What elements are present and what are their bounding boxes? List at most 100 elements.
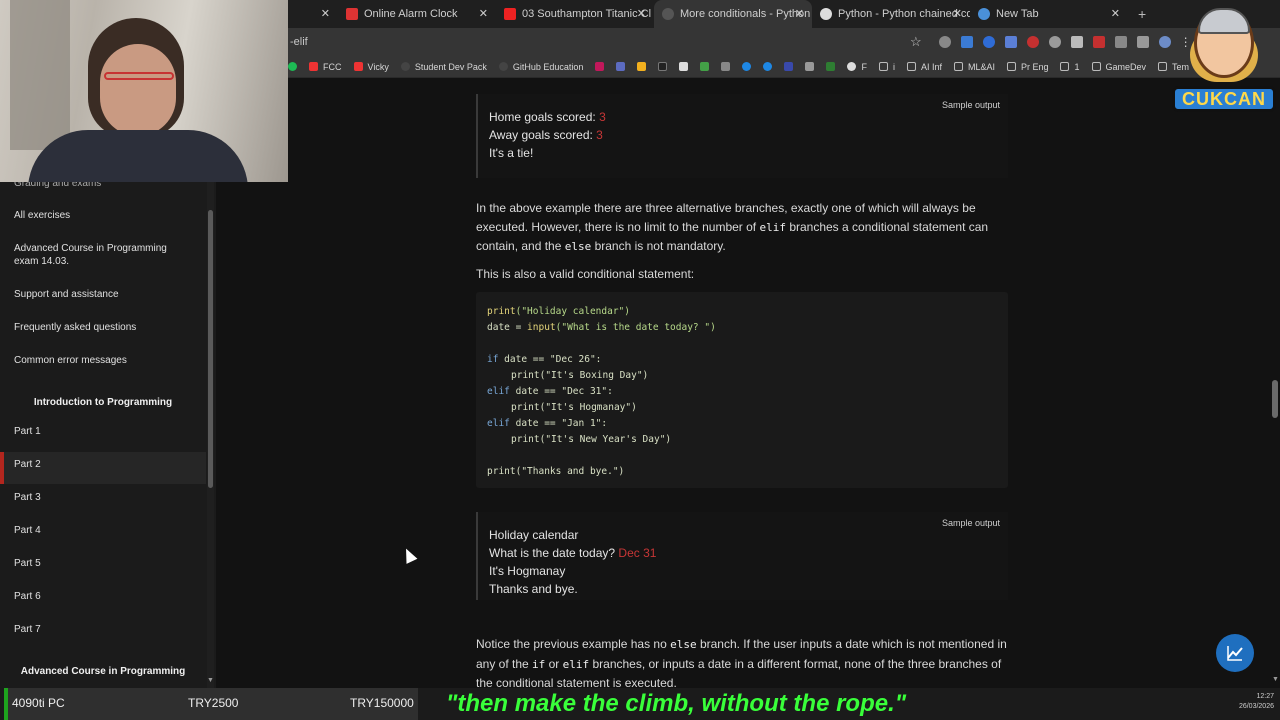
goal-target: TRY150000 [350, 696, 414, 710]
bookmark-icon [637, 62, 647, 71]
tab-close-icon[interactable]: ✕ [637, 7, 646, 20]
webcam-overlay [0, 0, 288, 182]
sidebar-item-part-7[interactable]: Part 7 [14, 623, 41, 636]
bookmark-icon-only[interactable] [784, 62, 794, 71]
sidebar-item-grading[interactable]: Grading and exams [14, 182, 101, 190]
sidebar-item-part-6[interactable]: Part 6 [14, 590, 41, 603]
bookmark-icon [847, 62, 857, 71]
bookmark-vicky[interactable]: Vicky [353, 62, 389, 72]
bookmark-folder-pr-eng[interactable]: Pr Eng [1006, 62, 1048, 72]
translate-extension-icon[interactable] [1004, 36, 1017, 48]
tab-python-chained[interactable]: Python - Python chained comp ✕ [812, 0, 970, 28]
sidebar-item-part-1[interactable]: Part 1 [14, 425, 41, 438]
inline-code: if [532, 657, 546, 671]
sidebar-item-part-5[interactable]: Part 5 [14, 557, 41, 570]
main-content: Sample output Home goals scored: 3 Away … [216, 78, 1280, 688]
code-block[interactable]: print("Holiday calendar") date = input("… [476, 292, 1008, 488]
tab-partial[interactable]: ✕ [288, 0, 338, 28]
tab-close-icon[interactable]: ✕ [479, 7, 488, 20]
bookmark-icon-only[interactable] [595, 62, 605, 71]
tab-close-icon[interactable]: ✕ [953, 7, 962, 20]
sidebar-scrollbar-thumb[interactable] [208, 210, 213, 488]
output-line: What is the date today? Dec 31 [489, 546, 656, 560]
bookmark-folder-i[interactable]: i [878, 62, 895, 72]
bookmark-label: AI Inf [920, 61, 942, 72]
paragraph-no-else: Notice the previous example has no else … [476, 635, 1008, 688]
bookmark-icon-only[interactable] [658, 62, 668, 71]
sidebar-item-part-3[interactable]: Part 3 [14, 491, 41, 504]
bookmark-icon-only[interactable] [805, 62, 815, 71]
sidebar-item-part-4[interactable]: Part 4 [14, 524, 41, 537]
tab-new-tab[interactable]: New Tab ✕ [970, 0, 1128, 28]
url-input[interactable]: -elif [290, 36, 910, 48]
extension-icon[interactable] [1114, 36, 1127, 48]
bookmark-icon-only[interactable] [721, 62, 731, 71]
webcam-person-glasses [104, 72, 174, 80]
shield-extension-icon[interactable] [1070, 36, 1083, 48]
x-twitter-icon [679, 62, 689, 71]
bookmark-label: GitHub Education [512, 61, 584, 72]
logo-wordmark: CUKCAN [1172, 86, 1276, 112]
extension-icon[interactable] [1092, 36, 1105, 48]
extension-icon[interactable] [960, 36, 973, 48]
paragraph-valid-statement: This is also a valid conditional stateme… [476, 267, 695, 281]
code-line: print("It's Hogmanay") [511, 402, 637, 413]
extension-icon[interactable] [1048, 36, 1061, 48]
code-token: date = [487, 322, 528, 333]
tab-online-alarm-clock[interactable]: Online Alarm Clock ✕ [338, 0, 496, 28]
folder-icon [906, 62, 916, 71]
tab-close-icon[interactable]: ✕ [795, 7, 804, 20]
bookmark-icon-only[interactable] [637, 62, 647, 71]
cukcan-logo: CUKCAN [1168, 0, 1280, 114]
bookmark-fcc[interactable]: FCC [309, 62, 342, 72]
main-scrollbar-thumb[interactable] [1272, 380, 1278, 418]
bookmark-icon-only[interactable] [763, 62, 773, 71]
bookmark-student-dev-pack[interactable]: Student Dev Pack [400, 62, 487, 72]
sidebar-item-all-exercises[interactable]: All exercises [14, 209, 70, 222]
bookmark-icon-only[interactable] [679, 62, 689, 71]
bookmark-icon-only[interactable] [700, 62, 710, 71]
bookmark-icon-only[interactable] [742, 62, 752, 71]
tab-southampton-titanic[interactable]: 03 Southampton Titanic Cl ✕ [496, 0, 654, 28]
sidebar-scroll-down-icon[interactable]: ▼ [207, 677, 214, 684]
tab-close-icon[interactable]: ✕ [321, 7, 330, 20]
bookmark-icon [658, 62, 668, 71]
extension-icon[interactable] [938, 36, 951, 48]
bookmark-f[interactable]: F [847, 62, 867, 72]
sidebar-item-support[interactable]: Support and assistance [14, 288, 119, 301]
progress-chart-button[interactable] [1216, 634, 1254, 672]
code-token: elif [487, 418, 510, 429]
chart-line-icon [1227, 646, 1243, 661]
bookmark-label: ML&AI [967, 61, 995, 72]
bookmark-icon-only[interactable] [616, 62, 626, 71]
sidebar-item-faq[interactable]: Frequently asked questions [14, 321, 136, 334]
bookmark-spotify[interactable] [288, 62, 297, 71]
extension-icon[interactable] [982, 36, 995, 48]
output-line: Home goals scored: 3 [489, 110, 606, 124]
code-line: print("It's New Year's Day") [511, 434, 672, 445]
sidebar-item-common-errors[interactable]: Common error messages [14, 354, 127, 367]
code-line: if date == "Dec 26": [487, 354, 601, 365]
tab-close-icon[interactable]: ✕ [1111, 7, 1120, 20]
tab-more-conditionals[interactable]: More conditionals - Python Pr ✕ [654, 0, 812, 28]
bookmark-icon-only[interactable] [826, 62, 836, 71]
bookmark-folder-ai-inf[interactable]: AI Inf [906, 61, 942, 72]
bookmark-folder-1[interactable]: 1 [1060, 62, 1080, 72]
code-token: ("Holiday calendar") [515, 306, 630, 317]
adblock-extension-icon[interactable] [1026, 36, 1039, 48]
clock-date: 26/03/2026 [1238, 703, 1274, 710]
sidebar-item-part-2[interactable]: Part 2 [14, 458, 41, 471]
bookmark-folder-ml-ai[interactable]: ML&AI [953, 61, 995, 72]
goal-current: TRY2500 [188, 696, 239, 710]
puzzle-extensions-icon[interactable] [1136, 36, 1149, 48]
tab-label: 03 Southampton Titanic Cl [522, 8, 652, 20]
bookmark-icon [721, 62, 731, 71]
scroll-down-arrow-icon[interactable]: ▼ [1272, 676, 1279, 683]
bookmark-folder-gamedev[interactable]: GameDev [1091, 62, 1146, 72]
bookmark-star-icon[interactable]: ☆ [910, 34, 922, 50]
bookmark-github-education[interactable]: GitHub Education [498, 61, 584, 72]
sidebar-item-advanced-exam[interactable]: Advanced Course in Programming exam 14.0… [14, 242, 190, 268]
system-clock: 12:27 26/03/2026 [1222, 692, 1274, 712]
webcam-person-face [100, 44, 176, 136]
new-tab-button[interactable]: + [1138, 6, 1146, 22]
